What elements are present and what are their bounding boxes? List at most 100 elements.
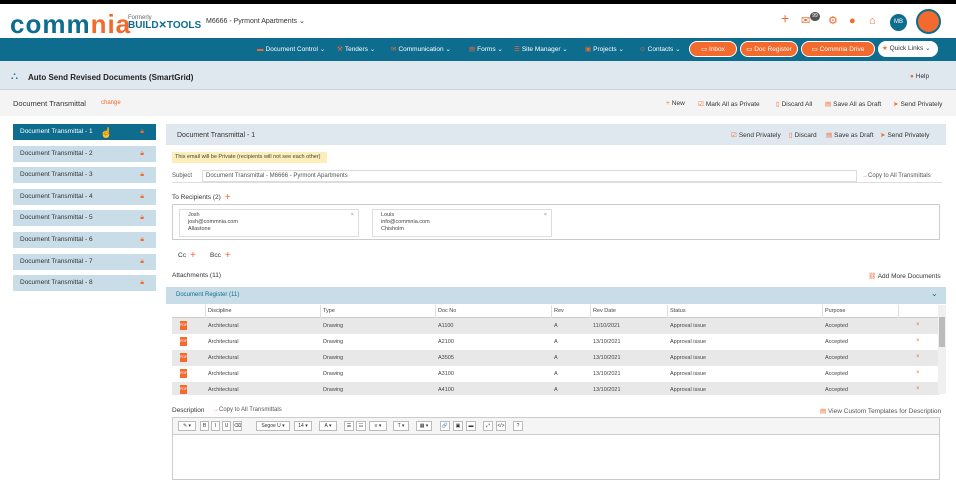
sidebar-item-transmittal-1[interactable]: Document Transmittal - 1 🔒︎ <box>13 124 156 140</box>
scrollbar-thumb[interactable] <box>939 317 945 347</box>
toolbar-eraser-button[interactable]: ⌫ <box>233 421 242 431</box>
remove-row-icon[interactable]: × <box>916 354 920 360</box>
toolbar-link-button[interactable]: 🔗 <box>440 421 450 431</box>
user-avatar[interactable]: MB <box>890 14 907 31</box>
remove-row-icon[interactable]: × <box>916 338 920 344</box>
sidebar-item-transmittal-7[interactable]: Document Transmittal - 7 🔒︎ <box>13 254 156 270</box>
toolbar-italic-button[interactable]: I <box>211 421 220 431</box>
toolbar-font-select[interactable]: Segoe U ▾ <box>256 421 290 431</box>
recipients-box[interactable]: Josh josh@commnia.com Allastone × Louis … <box>172 204 940 240</box>
toolbar-style-button[interactable]: ✎ ▾ <box>178 421 196 431</box>
save-all-draft-button[interactable]: ▤ Save All as Draft <box>825 100 881 108</box>
recipient-card[interactable]: Louis info@commnia.com Chisholm × <box>372 209 552 237</box>
sidebar-item-transmittal-3[interactable]: Document Transmittal - 3 🔒︎ <box>13 167 156 183</box>
column-discipline[interactable]: Discipline <box>208 308 232 314</box>
add-bcc-icon[interactable]: + <box>225 250 231 261</box>
chevron-down-icon: ⌄ <box>299 18 305 25</box>
table-row[interactable]: PDF Architectural Drawing A3100 A 13/10/… <box>172 366 940 382</box>
toolbar-text-select[interactable]: T ▾ <box>393 421 409 431</box>
pdf-icon: PDF <box>180 353 187 362</box>
toolbar-bold-button[interactable]: B <box>200 421 209 431</box>
alert-icon[interactable]: ● <box>849 15 856 27</box>
send-privately-all-button[interactable]: ➤ Send Privately <box>893 100 942 108</box>
remove-row-icon[interactable]: × <box>916 370 920 376</box>
column-status[interactable]: Status <box>670 308 686 314</box>
save-draft-button[interactable]: ▤ Save as Draft <box>826 131 874 139</box>
nav-document-control[interactable]: ▬ Document Control ⌄ <box>257 45 325 53</box>
help-icon: ● <box>910 73 914 80</box>
toolbar-color-button[interactable]: A ▾ <box>319 421 337 431</box>
copy-subject-all-button[interactable]: →Copy to All Transmittals <box>862 173 931 179</box>
nav-site-manager[interactable]: ☰ Site Manager ⌄ <box>514 45 568 53</box>
toolbar-help-button[interactable]: ? <box>513 421 523 431</box>
table-row[interactable]: PDF Architectural Drawing A2100 A 13/10/… <box>172 334 940 350</box>
nav-forms[interactable]: ▤ Forms ⌄ <box>469 45 503 53</box>
lock-icon: 🔒︎ <box>140 258 144 265</box>
add-recipient-icon[interactable]: + <box>225 192 231 203</box>
mail-icon[interactable]: ✉ <box>801 15 810 27</box>
inbox-button[interactable]: ▭ Inbox <box>689 41 737 57</box>
column-rev[interactable]: Rev <box>554 308 564 314</box>
close-icon[interactable]: × <box>351 212 354 219</box>
recipient-card[interactable]: Josh josh@commnia.com Allastone × <box>179 209 359 237</box>
new-button[interactable]: + New <box>666 100 685 107</box>
profile-picture[interactable] <box>916 9 941 34</box>
nav-tenders[interactable]: ⚒ Tenders ⌄ <box>337 45 375 53</box>
toolbar-size-select[interactable]: 14 ▾ <box>294 421 312 431</box>
help-link[interactable]: ● Help <box>910 73 929 80</box>
add-more-documents-button[interactable]: ⛓ Add More Documents <box>868 272 941 280</box>
discard-all-button[interactable]: ▯ Discard All <box>776 100 812 108</box>
toolbar-image-button[interactable]: ▣ <box>453 421 463 431</box>
copy-description-all-button[interactable]: →Copy to All Transmittals <box>213 407 282 413</box>
plus-icon[interactable]: + <box>781 11 789 25</box>
remove-row-icon[interactable]: × <box>916 386 920 392</box>
nav-communication[interactable]: ✉ Communication ⌄ <box>391 45 451 53</box>
column-type[interactable]: Type <box>323 308 335 314</box>
table-row[interactable]: PDF Architectural Drawing A4100 A 13/10/… <box>172 382 940 395</box>
toolbar-fullscreen-button[interactable]: ⤢ <box>483 421 493 431</box>
sidebar-item-transmittal-6[interactable]: Document Transmittal - 6 🔒︎ <box>13 232 156 248</box>
view-templates-button[interactable]: ▤ View Custom Templates for Description <box>820 407 941 415</box>
discard-button[interactable]: ▯ Discard <box>789 131 817 139</box>
toolbar-underline-button[interactable]: U <box>222 421 231 431</box>
subject-input[interactable]: Document Transmittal - M6666 - Pyrmont A… <box>202 170 857 182</box>
toolbar-align-select[interactable]: ≡ ▾ <box>369 421 387 431</box>
nav-contacts[interactable]: ☺ Contacts ⌄ <box>639 45 681 53</box>
table-row[interactable]: PDF Architectural Drawing A3505 A 13/10/… <box>172 350 940 366</box>
gear-icon[interactable]: ⚙ <box>828 15 838 27</box>
add-cc-icon[interactable]: + <box>190 250 196 261</box>
toolbar-table-select[interactable]: ▦ ▾ <box>416 421 432 431</box>
description-editor[interactable]: ✎ ▾ B I U ⌫ Segoe U ▾ 14 ▾ A ▾ ☰ ☷ ≡ ▾ T… <box>172 417 940 480</box>
commnia-logo[interactable]: commnia <box>10 11 131 37</box>
quick-links-button[interactable]: ★ Quick Links ⌄ <box>878 41 938 57</box>
chevron-down-icon[interactable]: ⌄ <box>931 289 938 298</box>
nav-projects[interactable]: ▣ Projects ⌄ <box>585 45 624 53</box>
send-privately-toggle[interactable]: ☑ Send Privately <box>731 131 781 139</box>
toolbar-hr-button[interactable]: ▬ <box>466 421 476 431</box>
table-row[interactable]: PDF Architectural Drawing A1100 A 11/10/… <box>172 318 940 334</box>
doc-register-button[interactable]: ▭ Doc Register <box>740 41 798 57</box>
remove-row-icon[interactable]: × <box>916 322 920 328</box>
sidebar-item-transmittal-5[interactable]: Document Transmittal - 5 🔒︎ <box>13 210 156 226</box>
sidebar-item-transmittal-2[interactable]: Document Transmittal - 2 🔒︎ <box>13 146 156 162</box>
project-selector[interactable]: M6666 - Pyrmont Apartments ⌄ <box>206 17 305 25</box>
column-doc-no[interactable]: Doc No <box>438 308 456 314</box>
close-icon[interactable]: × <box>544 212 547 219</box>
document-register-header[interactable]: Document Register (11) ⌄ <box>166 287 946 304</box>
mark-all-private-button[interactable]: ☑ Mark All as Private <box>698 100 760 108</box>
send-privately-button[interactable]: ➤ Send Privately <box>880 131 929 139</box>
editor-toolbar: ✎ ▾ B I U ⌫ Segoe U ▾ 14 ▾ A ▾ ☰ ☷ ≡ ▾ T… <box>173 418 939 435</box>
star-icon: ★ <box>882 45 888 52</box>
table-scrollbar[interactable] <box>938 305 946 394</box>
column-rev-date[interactable]: Rev Date <box>593 308 616 314</box>
sidebar-item-transmittal-4[interactable]: Document Transmittal - 4 🔒︎ <box>13 189 156 205</box>
sidebar-item-transmittal-8[interactable]: Document Transmittal - 8 🔒︎ <box>13 275 156 291</box>
toolbar-numbers-button[interactable]: ☷ <box>356 421 366 431</box>
change-link[interactable]: change <box>101 100 121 106</box>
commnia-drive-button[interactable]: ▭ Commnia Drive <box>801 41 875 57</box>
home-icon[interactable]: ⌂ <box>869 15 876 27</box>
column-purpose[interactable]: Purpose <box>825 308 846 314</box>
title-bar: ⛬ Auto Send Revised Documents (SmartGrid… <box>0 61 956 90</box>
toolbar-bullets-button[interactable]: ☰ <box>344 421 354 431</box>
toolbar-code-button[interactable]: </> <box>496 421 506 431</box>
